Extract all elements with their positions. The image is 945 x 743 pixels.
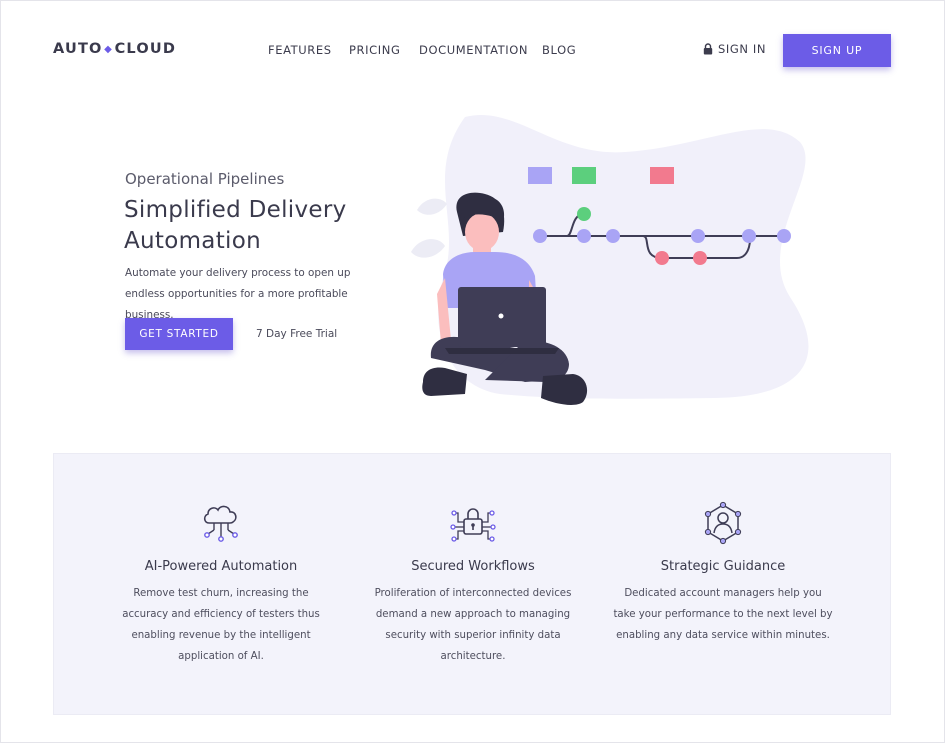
padlock-circuit-icon <box>450 508 496 542</box>
feature-text: Remove test churn, increasing the accura… <box>122 588 320 662</box>
logo-separator-icon: ◆ <box>104 43 114 55</box>
leaf-icon <box>417 198 447 215</box>
pipeline-node <box>606 229 620 243</box>
feature-text: Dedicated account managers help you take… <box>613 588 833 641</box>
logo[interactable]: AUTO ◆ CLOUD <box>53 41 176 57</box>
pipeline-node <box>742 229 756 243</box>
cloud-network-icon <box>203 505 238 542</box>
purple-square <box>528 167 552 184</box>
pipeline-node <box>691 229 705 243</box>
pipeline-node <box>533 229 547 243</box>
hero-headline: Simplified Delivery Automation <box>124 197 347 254</box>
feature-title: Strategic Guidance <box>660 559 786 574</box>
logo-text-right: CLOUD <box>114 41 177 57</box>
pipeline-node-red <box>655 251 669 265</box>
lock-icon <box>703 43 713 55</box>
feature-title: AI-Powered Automation <box>144 559 298 574</box>
feature-text: Proliferation of interconnected devices … <box>374 588 572 662</box>
pipeline-node <box>777 229 791 243</box>
feature-title: Secured Workflows <box>411 559 535 574</box>
sign-up-button[interactable]: SIGN UP <box>783 34 891 67</box>
hero-description: Automate your delivery process to open u… <box>125 267 351 321</box>
red-square <box>650 167 674 184</box>
pipeline-node <box>577 229 591 243</box>
nav-blog[interactable]: BLOG <box>542 43 576 57</box>
get-started-button[interactable]: GET STARTED <box>125 318 233 350</box>
hero-illustration <box>411 114 809 405</box>
hero-eyebrow: Operational Pipelines <box>125 170 285 188</box>
nav-pricing[interactable]: PRICING <box>349 43 400 57</box>
nav-documentation[interactable]: DOCUMENTATION <box>419 43 528 57</box>
sign-in-link[interactable]: SIGN IN <box>703 42 766 56</box>
pipeline-node-green <box>577 207 591 221</box>
features-panel: AI-Powered Automation Remove test churn,… <box>53 453 891 715</box>
logo-text-left: AUTO <box>53 41 103 57</box>
sign-in-label: SIGN IN <box>718 42 767 56</box>
green-square <box>572 167 596 184</box>
user-network-icon <box>704 501 742 545</box>
free-trial-text: 7 Day Free Trial <box>256 328 338 340</box>
pipeline-node-red <box>693 251 707 265</box>
leaf-icon <box>411 239 445 258</box>
nav-features[interactable]: FEATURES <box>268 43 332 57</box>
